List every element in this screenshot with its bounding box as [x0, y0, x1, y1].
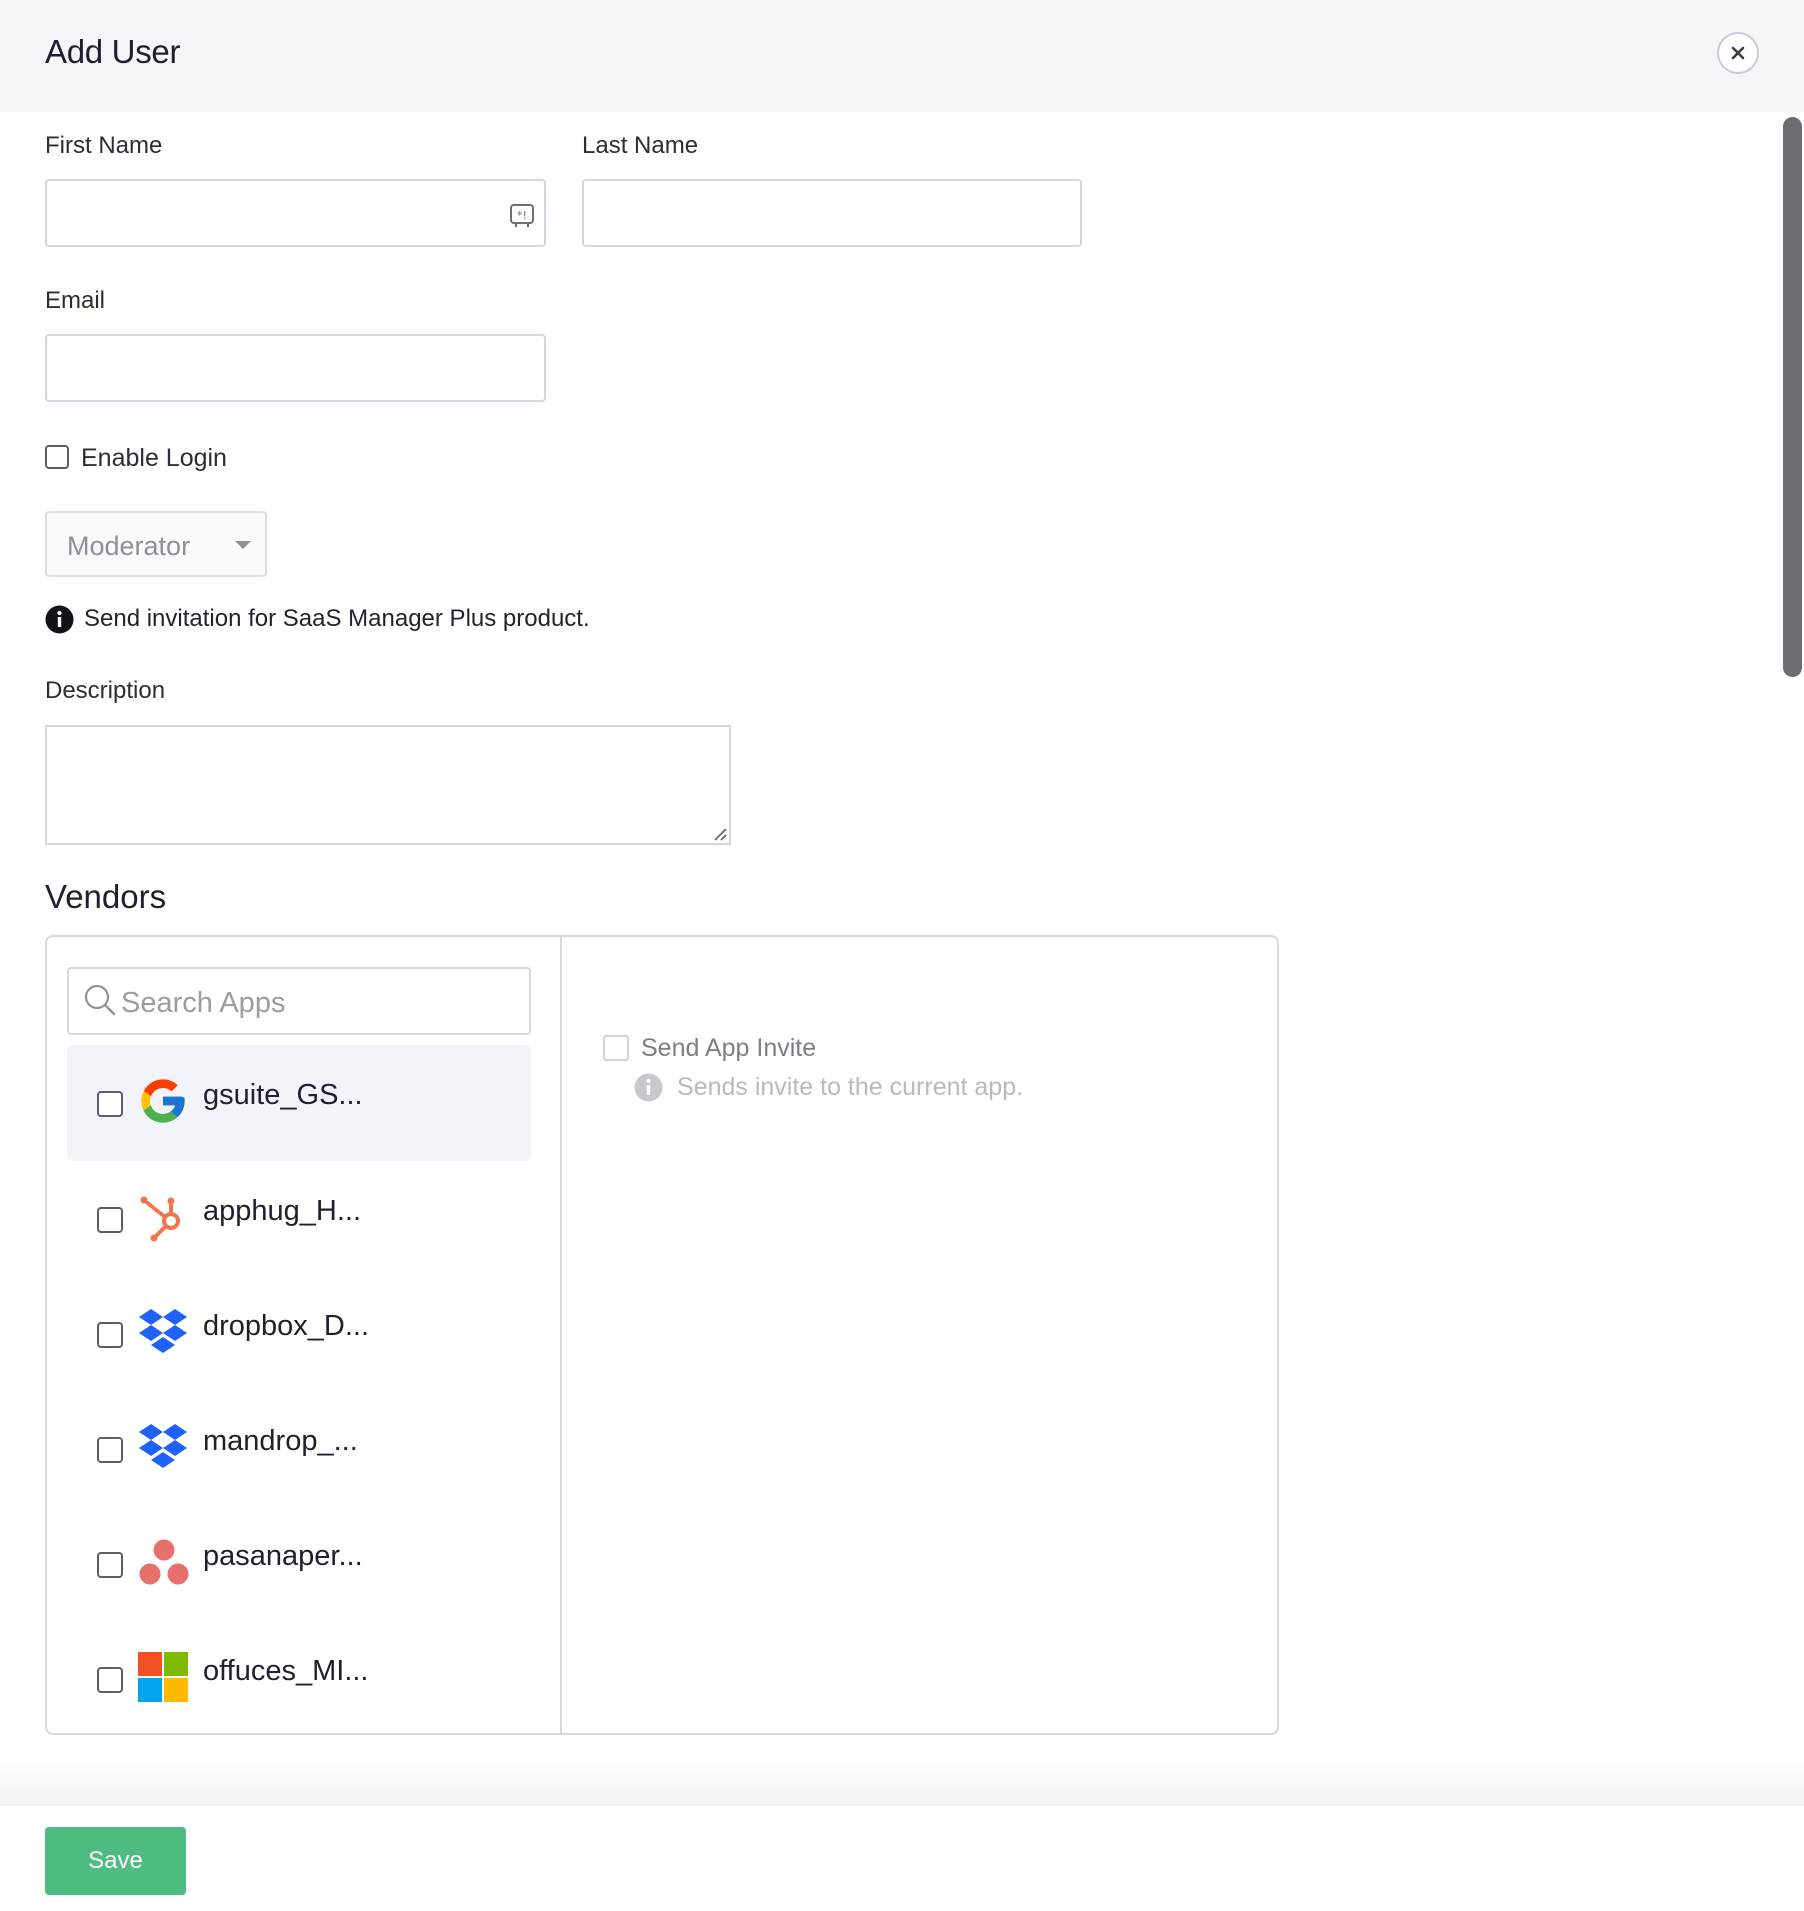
enable-login-checkbox[interactable]: [45, 445, 69, 469]
send-app-invite-description: Sends invite to the current app.: [677, 1073, 1024, 1101]
app-list-item[interactable]: mandrop_...: [67, 1391, 531, 1507]
app-name: offuces_MI...: [203, 1655, 369, 1687]
dropbox-icon: [139, 1424, 187, 1468]
footer-shadow: [0, 1760, 1804, 1806]
last-name-label: Last Name: [582, 132, 699, 159]
asana-icon: [139, 1539, 189, 1585]
app-checkbox[interactable]: [97, 1552, 123, 1578]
panel-divider: [560, 937, 562, 1733]
invitation-info-text: Send invitation for SaaS Manager Plus pr…: [84, 605, 590, 632]
app-name: gsuite_GS...: [203, 1079, 363, 1111]
app-list-item[interactable]: dropbox_D...: [67, 1276, 531, 1392]
app-list-item[interactable]: pasanaper...: [67, 1506, 531, 1622]
info-icon: [634, 1073, 663, 1102]
dialog-header: Add User: [0, 0, 1804, 112]
svg-text:*!: *!: [517, 209, 527, 222]
first-name-label: First Name: [45, 132, 163, 159]
app-checkbox[interactable]: [97, 1207, 123, 1233]
app-name: apphug_H...: [203, 1195, 362, 1227]
save-button[interactable]: Save: [45, 1827, 186, 1895]
close-button[interactable]: [1717, 32, 1759, 74]
close-icon: [1731, 46, 1745, 60]
role-selected-value: Moderator: [67, 531, 191, 561]
google-icon: [141, 1079, 185, 1123]
caret-down-icon: [235, 541, 251, 549]
role-select[interactable]: Moderator: [45, 511, 267, 577]
last-name-field[interactable]: [582, 179, 1082, 247]
hubspot-icon: [140, 1196, 180, 1242]
invitation-info: Send invitation for SaaS Manager Plus pr…: [45, 604, 590, 634]
search-icon: [84, 984, 116, 1016]
app-name: pasanaper...: [203, 1540, 363, 1572]
enable-login-label: Enable Login: [81, 444, 227, 472]
search-placeholder: Search Apps: [121, 987, 286, 1019]
email-field[interactable]: [45, 334, 546, 402]
dropbox-icon: [139, 1309, 187, 1353]
description-label: Description: [45, 677, 166, 704]
first-name-field[interactable]: *!: [45, 179, 546, 247]
app-checkbox[interactable]: [97, 1437, 123, 1463]
send-app-invite-label: Send App Invite: [641, 1034, 817, 1062]
send-app-invite-checkbox[interactable]: [603, 1035, 629, 1061]
autofill-icon[interactable]: *!: [508, 201, 536, 229]
vendors-panel: Search Apps gsuite_GS... apphug_H... dro…: [45, 935, 1279, 1735]
app-list-item[interactable]: apphug_H...: [67, 1161, 531, 1277]
search-apps-input[interactable]: Search Apps: [67, 967, 531, 1035]
app-checkbox[interactable]: [97, 1667, 123, 1693]
app-list-item[interactable]: offuces_MI...: [67, 1621, 531, 1737]
app-list-item[interactable]: gsuite_GS...: [67, 1045, 531, 1161]
add-user-dialog: Add User First Name *! Last Name Email E…: [0, 0, 1804, 1911]
app-checkbox[interactable]: [97, 1091, 123, 1117]
app-name: mandrop_...: [203, 1425, 358, 1457]
app-checkbox[interactable]: [97, 1322, 123, 1348]
email-label: Email: [45, 287, 106, 314]
vendors-heading: Vendors: [45, 878, 167, 915]
dialog-footer: [0, 1806, 1804, 1911]
description-textarea[interactable]: [45, 725, 731, 845]
app-name: dropbox_D...: [203, 1310, 370, 1342]
info-icon: [45, 605, 74, 633]
scrollbar-thumb[interactable]: [1783, 117, 1802, 677]
resize-handle-icon[interactable]: [711, 825, 727, 841]
dialog-title: Add User: [45, 33, 181, 70]
microsoft-icon: [138, 1652, 188, 1702]
